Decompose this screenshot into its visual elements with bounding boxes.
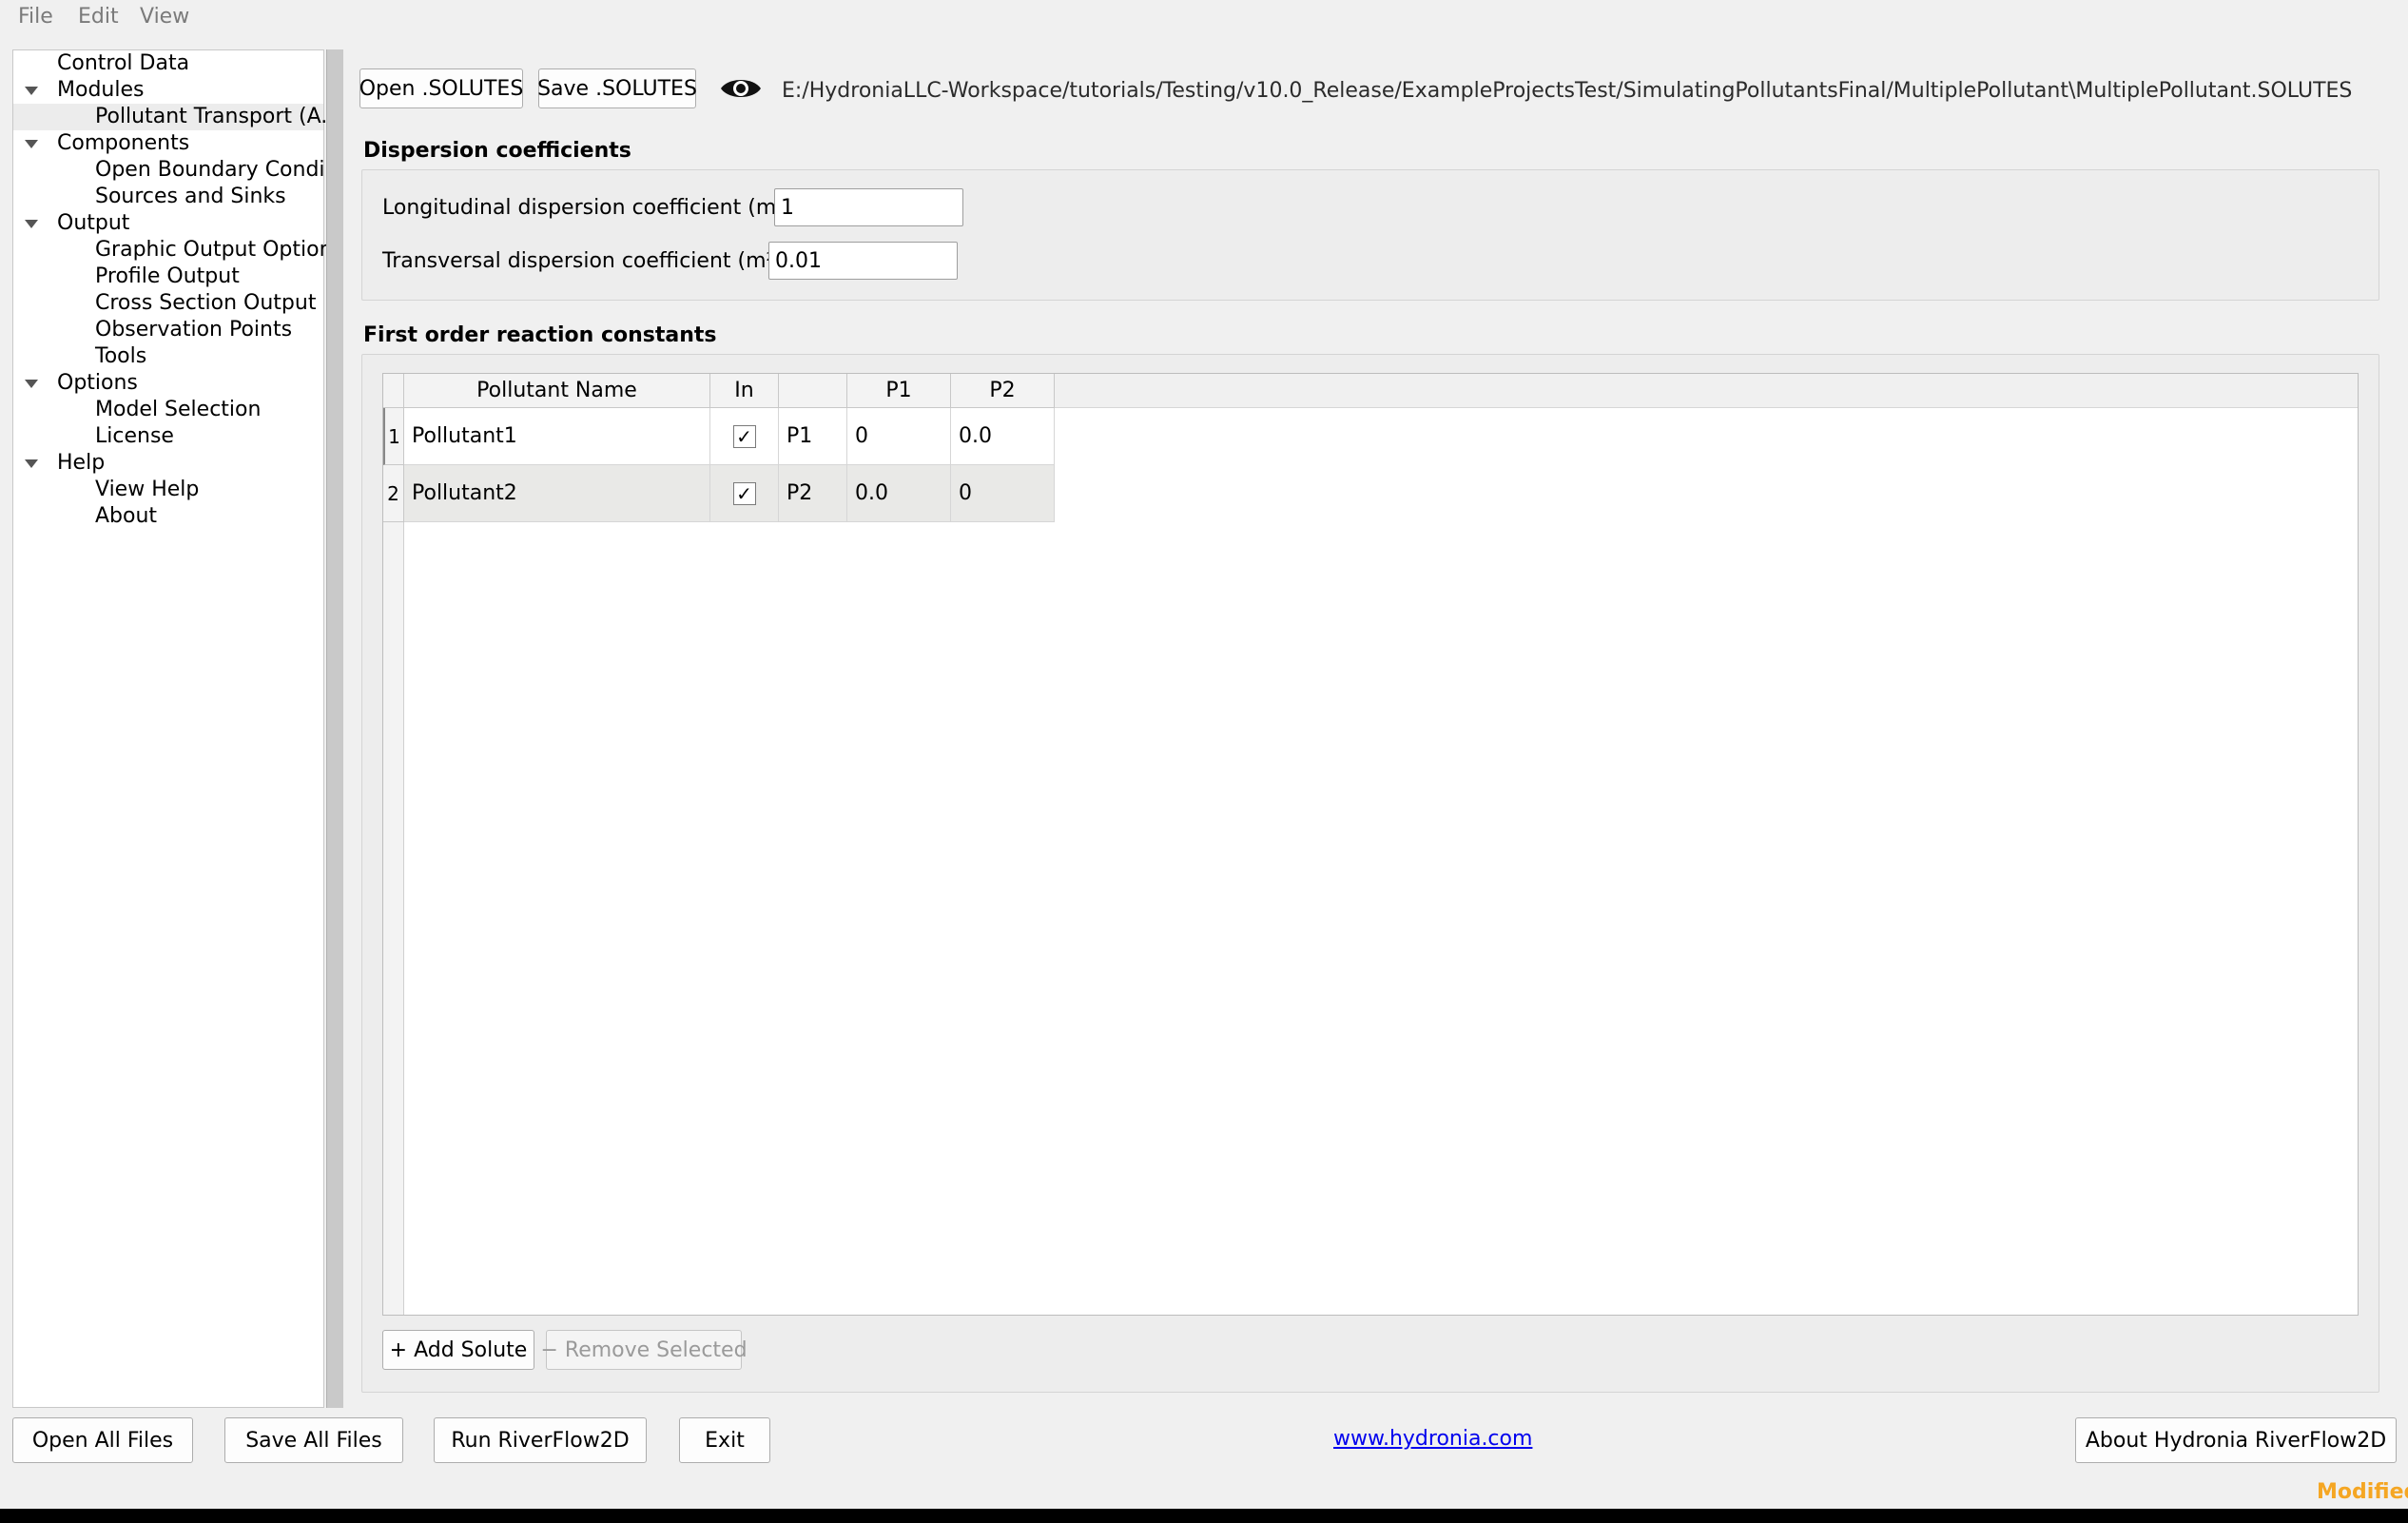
tree-item-help[interactable]: Help bbox=[57, 450, 105, 477]
tree-item-pollutant-transport[interactable]: Pollutant Transport (A... bbox=[13, 104, 340, 130]
cell-code[interactable]: P1 bbox=[779, 408, 847, 465]
save-all-files-button[interactable]: Save All Files bbox=[224, 1417, 403, 1463]
transversal-label: Transversal dispersion coefficient (m²/s… bbox=[382, 249, 801, 273]
corner-header[interactable] bbox=[383, 374, 404, 408]
menu-bar: File Edit View bbox=[0, 0, 2408, 34]
about-riverflow2d-button[interactable]: About Hydronia RiverFlow2D bbox=[2075, 1417, 2397, 1463]
cell-in[interactable]: ✓ bbox=[710, 408, 779, 465]
cell-p2[interactable]: 0 bbox=[951, 465, 1055, 522]
tree-item-license[interactable]: License bbox=[95, 423, 174, 450]
expand-caret-icon[interactable] bbox=[25, 380, 38, 388]
cell-pollutant-name[interactable]: Pollutant2 bbox=[404, 465, 710, 522]
tree-item-about[interactable]: About bbox=[95, 503, 157, 530]
tree-item-control-data[interactable]: Control Data bbox=[57, 50, 189, 77]
cell-p2[interactable]: 0.0 bbox=[951, 408, 1055, 465]
tree-item-tools[interactable]: Tools bbox=[95, 343, 146, 370]
tree-item-open-boundary[interactable]: Open Boundary Condi... bbox=[95, 157, 345, 184]
dispersion-section-title: Dispersion coefficients bbox=[363, 139, 631, 163]
reactions-section-title: First order reaction constants bbox=[363, 323, 717, 347]
cell-p1[interactable]: 0.0 bbox=[847, 465, 951, 522]
tree-item-options[interactable]: Options bbox=[57, 370, 138, 397]
open-all-files-button[interactable]: Open All Files bbox=[12, 1417, 193, 1463]
transversal-input[interactable] bbox=[768, 242, 958, 280]
tree-item-observation-points[interactable]: Observation Points bbox=[95, 317, 292, 343]
menu-file[interactable]: File bbox=[18, 5, 53, 29]
header-p1[interactable]: P1 bbox=[847, 374, 951, 408]
expand-caret-icon[interactable] bbox=[25, 140, 38, 148]
hydronia-website-link[interactable]: www.hydronia.com bbox=[1333, 1427, 1532, 1451]
tree-item-graphic-output[interactable]: Graphic Output Options bbox=[95, 237, 343, 264]
tree-item-model-selection[interactable]: Model Selection bbox=[95, 397, 261, 423]
header-p2[interactable]: P2 bbox=[951, 374, 1055, 408]
menu-edit[interactable]: Edit bbox=[78, 5, 119, 29]
expand-caret-icon[interactable] bbox=[25, 459, 38, 468]
menu-view[interactable]: View bbox=[140, 5, 189, 29]
header-pollutant-name[interactable]: Pollutant Name bbox=[404, 374, 710, 408]
row-header-2[interactable]: 2 bbox=[383, 465, 404, 522]
in-checkbox[interactable]: ✓ bbox=[732, 424, 756, 448]
cell-p1[interactable]: 0 bbox=[847, 408, 951, 465]
tree-item-modules[interactable]: Modules bbox=[57, 77, 144, 104]
header-code[interactable] bbox=[779, 374, 847, 408]
longitudinal-input[interactable] bbox=[774, 188, 963, 226]
tree-item-view-help[interactable]: View Help bbox=[95, 477, 199, 503]
add-solute-button[interactable]: + Add Solute bbox=[382, 1330, 534, 1370]
file-path-label: E:/HydroniaLLC-Workspace/tutorials/Testi… bbox=[782, 79, 2353, 103]
tree-item-cross-section-output[interactable]: Cross Section Output bbox=[95, 290, 316, 317]
cell-code[interactable]: P2 bbox=[779, 465, 847, 522]
save-solutes-button[interactable]: Save .SOLUTES bbox=[537, 68, 697, 108]
tree-item-profile-output[interactable]: Profile Output bbox=[95, 264, 240, 290]
longitudinal-label: Longitudinal dispersion coefficient (m²/… bbox=[382, 196, 811, 220]
exit-button[interactable]: Exit bbox=[679, 1417, 770, 1463]
modified-status-label: Modified bbox=[2317, 1480, 2408, 1504]
cell-pollutant-name[interactable]: Pollutant1 bbox=[404, 408, 710, 465]
eye-icon[interactable] bbox=[719, 74, 763, 103]
splitter-handle[interactable] bbox=[326, 49, 343, 1408]
expand-caret-icon[interactable] bbox=[25, 87, 38, 95]
row-header-1[interactable]: 1 bbox=[383, 408, 404, 465]
dispersion-group bbox=[361, 169, 2379, 301]
remove-selected-button[interactable]: − Remove Selected bbox=[540, 1330, 748, 1370]
navigation-tree: Control Data Modules Pollutant Transport… bbox=[12, 49, 345, 1408]
in-checkbox[interactable]: ✓ bbox=[732, 481, 756, 505]
tree-item-sources-sinks[interactable]: Sources and Sinks bbox=[95, 184, 286, 210]
open-solutes-button[interactable]: Open .SOLUTES bbox=[359, 68, 523, 108]
bottom-edge bbox=[0, 1509, 2408, 1523]
cell-in[interactable]: ✓ bbox=[710, 465, 779, 522]
expand-caret-icon[interactable] bbox=[25, 220, 38, 228]
header-filler bbox=[1055, 374, 2358, 408]
tree-item-output[interactable]: Output bbox=[57, 210, 129, 237]
header-in[interactable]: In bbox=[710, 374, 779, 408]
pollutant-table: Pollutant Name In P1 P2 1 Pollutant1 ✓ P… bbox=[382, 373, 2359, 1316]
run-riverflow2d-button[interactable]: Run RiverFlow2D bbox=[434, 1417, 647, 1463]
tree-item-components[interactable]: Components bbox=[57, 130, 189, 157]
row-header-column bbox=[383, 408, 404, 1315]
